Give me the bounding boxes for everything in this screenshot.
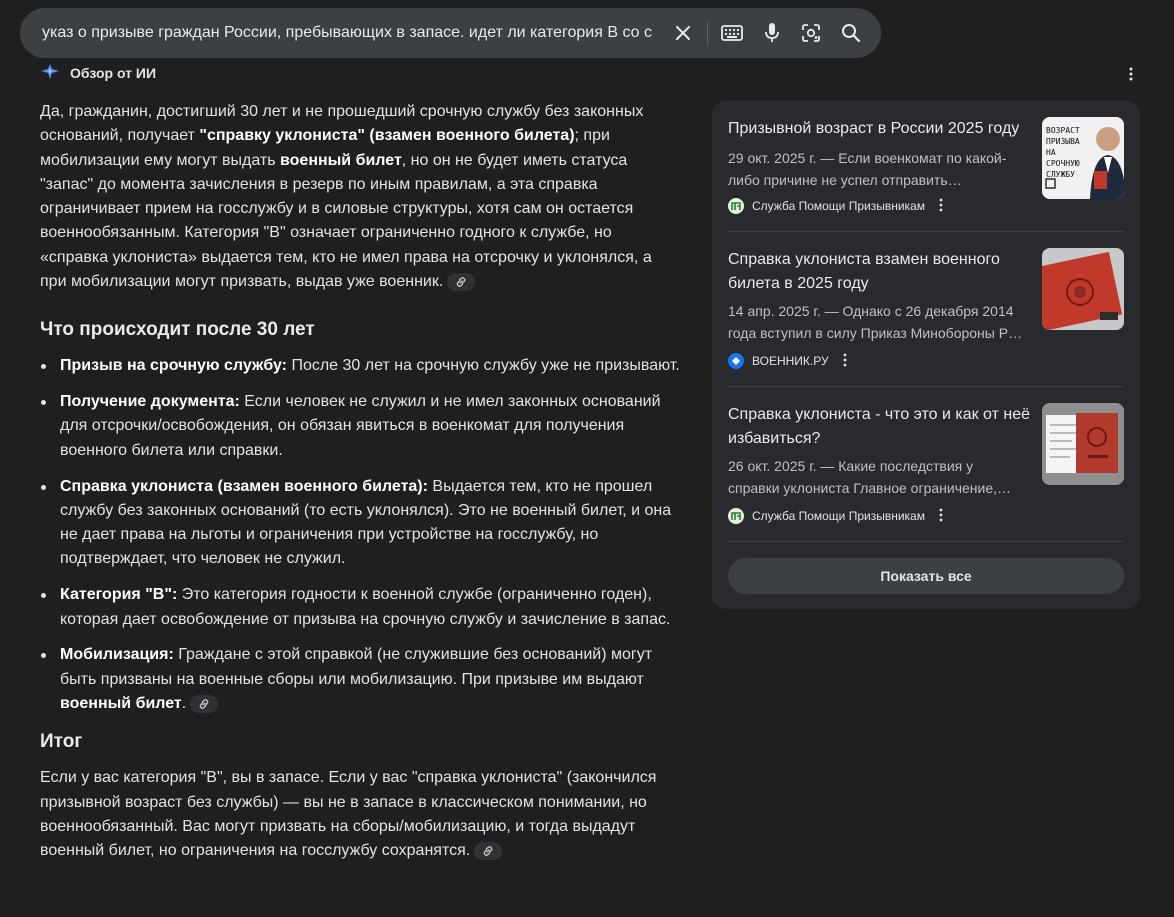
source-site-name: Служба Помощи Призывникам — [752, 199, 925, 213]
search-icon[interactable] — [840, 22, 862, 44]
source-title[interactable]: Призывной возраст в России 2025 году — [728, 117, 1033, 141]
list-item: Справка уклониста (взамен военного билет… — [40, 475, 680, 572]
bullet-text: После 30 лет на срочную службу уже не пр… — [287, 357, 680, 375]
divider — [728, 541, 1124, 542]
section-title-summary: Итог — [40, 731, 83, 753]
list-item: Категория "В": Это категория годности к … — [40, 583, 680, 632]
close-icon[interactable] — [672, 22, 694, 44]
source-thumbnail[interactable] — [1042, 248, 1124, 330]
link-icon[interactable] — [447, 272, 476, 291]
source-menu-icon[interactable] — [843, 353, 847, 370]
source-snippet: 26 окт. 2025 г. — Какие последствия у сп… — [728, 458, 1012, 496]
sparkle-icon — [40, 62, 60, 85]
bullet-list: Призыв на срочную службу: После 30 лет н… — [40, 354, 680, 716]
source-card[interactable]: Справка уклониста - что это и как от неё… — [728, 403, 1124, 525]
source-site-name: ВОЕННИК.РУ — [752, 354, 829, 368]
summary-text: Если у вас категория "В", вы в запасе. Е… — [40, 769, 657, 860]
bullet-label: Мобилизация: — [60, 646, 174, 664]
divider — [728, 231, 1124, 232]
source-site: ВОЕННИК.РУ — [728, 352, 847, 370]
source-menu-icon[interactable] — [939, 198, 943, 215]
search-input[interactable]: указ о призыве граждан России, пребывающ… — [42, 22, 662, 44]
ai-overview-content: Да, гражданин, достигший 30 лет и не про… — [40, 100, 680, 863]
bullet-label: Справка уклониста (взамен военного билет… — [60, 477, 428, 495]
favicon-icon — [728, 353, 744, 369]
list-item: Получение документа: Если человек не слу… — [40, 390, 680, 463]
source-snippet: 14 апр. 2025 г. — Однако с 26 декабря 20… — [728, 303, 1023, 341]
list-item: Призыв на срочную службу: После 30 лет н… — [40, 354, 680, 378]
show-all-button[interactable]: Показать все — [728, 558, 1124, 594]
bullet-label: Категория "В": — [60, 586, 178, 604]
bullet-tail: . — [181, 694, 187, 712]
source-title[interactable]: Справка уклониста взамен военного билета… — [728, 248, 1033, 296]
thumbnail-caption: ВОЗРАСТ ПРИЗЫВА НА СРОЧНУЮ СЛУЖБУ — [1046, 126, 1080, 179]
summary-paragraph: Если у вас категория "В", вы в запасе. Е… — [40, 766, 680, 863]
source-site: Служба Помощи Призывникам — [728, 197, 943, 215]
ai-overview-header: Обзор от ИИ — [40, 62, 156, 84]
link-icon[interactable] — [474, 841, 503, 860]
bullet-label: Получение документа: — [60, 393, 240, 411]
intro-bold: военный билет — [280, 151, 402, 169]
intro-text: , но он не будет иметь статуса "запас" д… — [40, 151, 652, 291]
more-options-icon[interactable] — [1124, 66, 1138, 82]
keyboard-icon[interactable] — [721, 22, 743, 44]
favicon-icon — [728, 198, 744, 214]
search-divider — [707, 21, 708, 45]
source-menu-icon[interactable] — [939, 508, 943, 525]
divider — [728, 386, 1124, 387]
favicon-icon — [728, 508, 744, 524]
source-snippet: 29 окт. 2025 г. — Если военкомат по како… — [728, 150, 1007, 188]
section-title-after-30: Что происходит после 30 лет — [40, 319, 315, 341]
source-card[interactable]: Справка уклониста взамен военного билета… — [728, 248, 1124, 369]
intro-paragraph: Да, гражданин, достигший 30 лет и не про… — [40, 100, 680, 294]
mic-icon[interactable] — [761, 22, 783, 44]
source-thumbnail[interactable]: ВОЗРАСТ ПРИЗЫВА НА СРОЧНУЮ СЛУЖБУ — [1042, 117, 1124, 199]
source-card[interactable]: Призывной возраст в России 2025 году 29 … — [728, 117, 1124, 217]
lens-icon[interactable] — [800, 22, 822, 44]
list-item: Мобилизация: Граждане с этой справкой (н… — [40, 643, 680, 716]
ai-overview-title: Обзор от ИИ — [70, 65, 157, 81]
source-site: Служба Помощи Призывникам — [728, 507, 943, 525]
bullet-label: Призыв на срочную службу: — [60, 357, 287, 375]
link-icon[interactable] — [190, 694, 219, 713]
source-site-name: Служба Помощи Призывникам — [752, 509, 925, 523]
sources-panel: Призывной возраст в России 2025 году 29 … — [712, 101, 1140, 609]
source-title[interactable]: Справка уклониста - что это и как от неё… — [728, 403, 1033, 451]
intro-bold: "справку уклониста" (взамен военного бил… — [199, 127, 575, 145]
bullet-bold-tail: военный билет — [60, 694, 182, 712]
search-bar[interactable]: указ о призыве граждан России, пребывающ… — [20, 8, 881, 58]
source-thumbnail[interactable] — [1042, 403, 1124, 485]
